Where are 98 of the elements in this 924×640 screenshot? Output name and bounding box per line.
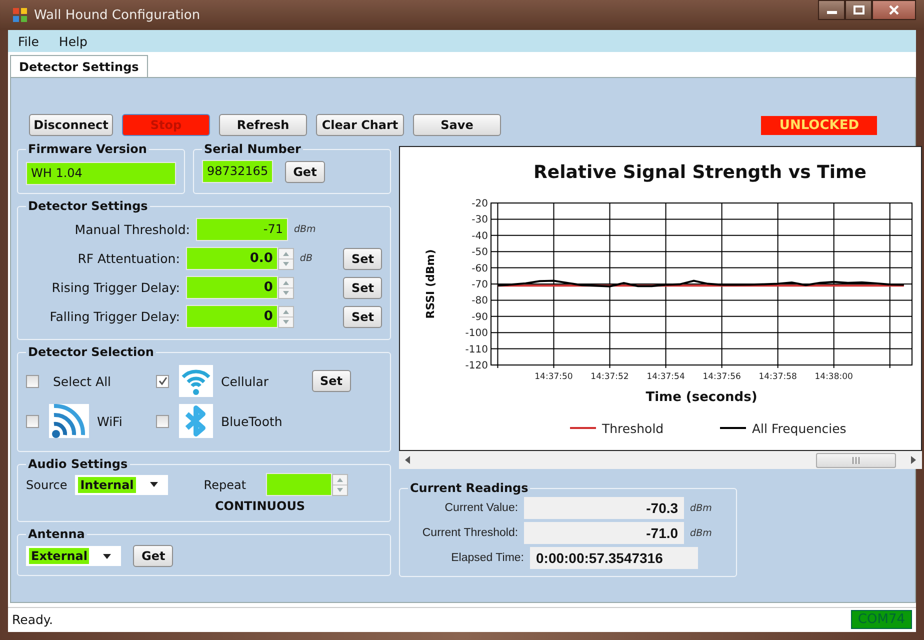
source-label: Source xyxy=(26,478,68,492)
group-title: Detector Selection xyxy=(27,345,155,359)
set-button[interactable]: Set xyxy=(343,276,382,298)
toolbar-button[interactable]: Disconnect xyxy=(29,114,113,136)
get-button[interactable]: Get xyxy=(133,545,174,567)
maximize-button[interactable] xyxy=(845,0,872,20)
x-axis-title: Time (seconds) xyxy=(646,390,758,405)
spinner-arrows[interactable] xyxy=(278,248,294,270)
lock-status-badge: UNLOCKED xyxy=(761,116,877,134)
setting-label: RF Attentuation: xyxy=(76,251,180,266)
minimize-button[interactable] xyxy=(818,0,845,20)
horizontal-scrollbar[interactable] xyxy=(399,451,922,469)
signal-waves-icon xyxy=(179,365,213,397)
menu-item[interactable]: Help xyxy=(50,32,96,50)
group-title: Antenna xyxy=(27,527,86,541)
x-tick-label: 14:37:54 xyxy=(646,372,685,382)
y-tick-label: -100 xyxy=(465,328,488,340)
y-tick-label: -20 xyxy=(472,198,488,210)
close-button[interactable] xyxy=(872,0,916,20)
y-tick-label: -120 xyxy=(465,360,488,372)
window-title: Wall Hound Configuration xyxy=(34,8,200,22)
y-tick-label: -50 xyxy=(472,247,488,258)
reading-value: 0:00:00:57.3547316 xyxy=(530,547,698,569)
reading-label: Elapsed Time: xyxy=(450,552,524,564)
wireless-icon xyxy=(49,404,89,438)
close-icon xyxy=(888,5,900,15)
spinner-arrows[interactable] xyxy=(278,276,294,298)
tab[interactable]: Detector Settings xyxy=(10,55,148,78)
reading-label: Current Value: xyxy=(444,502,518,514)
checkbox[interactable] xyxy=(156,414,169,428)
unit-label: dBm xyxy=(294,224,316,235)
y-axis-title: RSSI (dBm) xyxy=(424,249,437,319)
group-title: Current Readings xyxy=(409,481,530,495)
repeat-label: Repeat xyxy=(204,478,246,492)
y-tick-label: -60 xyxy=(472,263,488,274)
y-tick-label: -90 xyxy=(472,312,488,323)
setting-label: Rising Trigger Delay: xyxy=(50,280,180,295)
detector-label: WiFi xyxy=(97,414,122,428)
setting-field[interactable]: 0 xyxy=(186,305,278,328)
menu-item[interactable]: File xyxy=(10,32,47,50)
scroll-left-icon[interactable] xyxy=(405,456,411,464)
group-title: Firmware Version xyxy=(27,142,148,156)
unit-label: dBm xyxy=(690,528,713,538)
maximize-icon xyxy=(852,5,864,15)
scroll-thumb[interactable] xyxy=(816,452,896,468)
set-button[interactable]: Set xyxy=(343,306,382,328)
x-tick-label: 14:37:52 xyxy=(590,372,629,382)
set-button[interactable]: Set xyxy=(343,248,382,270)
antenna-dropdown[interactable]: External xyxy=(26,546,122,566)
status-text: Ready. xyxy=(12,612,53,626)
unit-label: dBm xyxy=(690,502,713,514)
chart-title: Relative Signal Strength vs Time xyxy=(534,162,866,183)
y-tick-label: -70 xyxy=(472,280,488,290)
get-button[interactable]: Get xyxy=(285,160,325,182)
reading-value: -70.3 xyxy=(524,497,684,519)
setting-label: Falling Trigger Delay: xyxy=(48,309,180,324)
x-tick-label: 14:38:00 xyxy=(814,372,853,382)
y-tick-label: -40 xyxy=(472,230,488,242)
repeat-field[interactable] xyxy=(266,473,332,496)
unit-label: dB xyxy=(300,253,312,264)
repeat-mode-label: CONTINUOUS xyxy=(215,499,306,513)
caret-icon xyxy=(150,482,158,487)
setting-label: Manual Threshold: xyxy=(74,222,190,237)
x-tick-label: 14:37:50 xyxy=(534,372,573,382)
x-tick-label: 14:37:56 xyxy=(702,372,741,382)
detector-label: Cellular xyxy=(221,374,269,388)
source-dropdown[interactable]: Internal xyxy=(75,474,168,494)
legend-label: Threshold xyxy=(602,421,664,436)
y-tick-label: -80 xyxy=(472,296,488,307)
setting-field[interactable]: 0 xyxy=(186,276,278,299)
spinner-arrows[interactable] xyxy=(278,306,294,328)
y-tick-label: -110 xyxy=(465,344,488,356)
serial-number-field[interactable]: 98732165 xyxy=(202,160,274,183)
group-title: Serial Number xyxy=(203,142,302,156)
x-tick-label: 14:37:58 xyxy=(758,372,797,382)
toolbar-button[interactable]: Save xyxy=(413,114,501,136)
checkbox[interactable] xyxy=(26,374,39,388)
setting-field[interactable]: -71 xyxy=(196,218,288,241)
scroll-right-icon[interactable] xyxy=(910,456,916,464)
set-button[interactable]: Set xyxy=(312,370,351,392)
app-icon xyxy=(12,7,28,23)
reading-value: -71.0 xyxy=(524,522,684,544)
bluetooth-icon xyxy=(179,404,213,438)
firmware-field[interactable]: WH 1.04 xyxy=(26,162,176,185)
checkbox[interactable] xyxy=(156,374,169,388)
detector-label: Select All xyxy=(53,374,112,388)
toolbar-button[interactable]: Clear Chart xyxy=(316,114,404,136)
group-title: Detector Settings xyxy=(27,199,149,213)
toolbar-button[interactable]: Refresh xyxy=(219,114,307,136)
legend-label: All Frequencies xyxy=(752,421,846,436)
reading-label: Current Threshold: xyxy=(421,527,518,539)
detector-label: BlueTooth xyxy=(221,414,282,428)
y-tick-label: -30 xyxy=(472,214,488,226)
group-title: Audio Settings xyxy=(27,457,129,471)
setting-field[interactable]: 0.0 xyxy=(186,247,278,270)
caret-icon xyxy=(103,554,112,558)
spinner-arrows[interactable] xyxy=(332,474,348,496)
checkbox[interactable] xyxy=(26,414,39,428)
